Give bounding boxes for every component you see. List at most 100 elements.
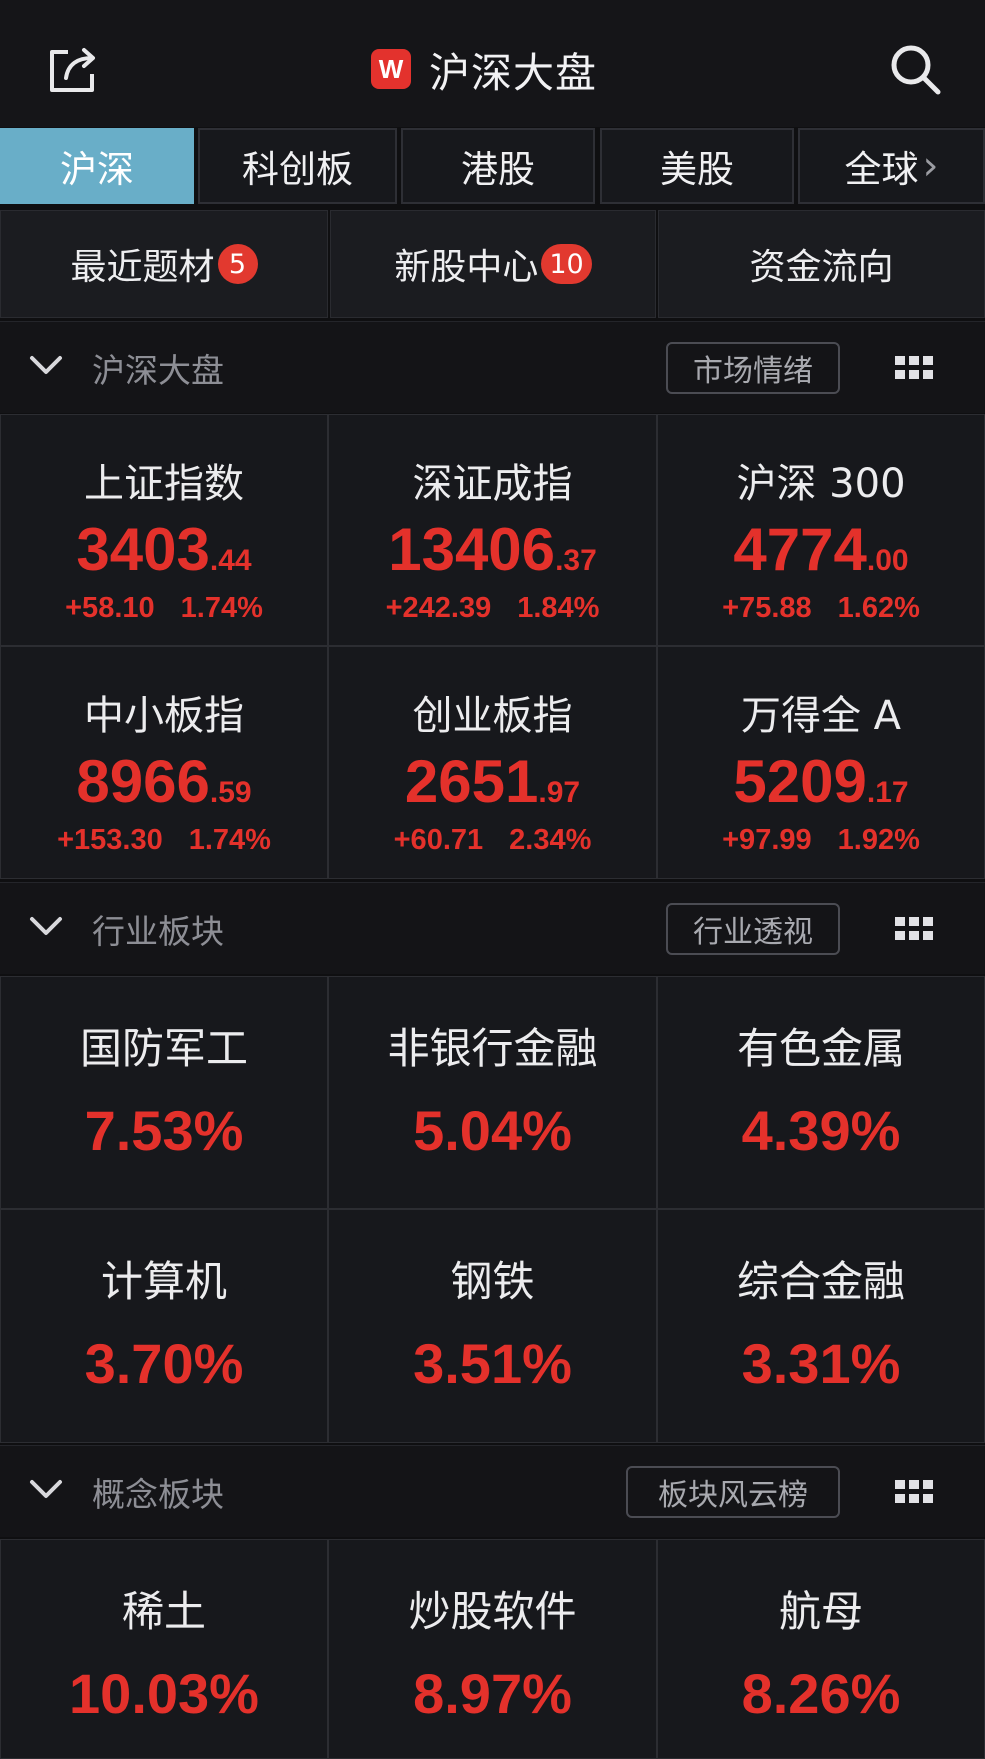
sector-tile[interactable]: 非银行金融 5.04%: [328, 976, 657, 1209]
concept-change-pct: 8.26%: [741, 1662, 901, 1725]
index-change-points: +60.71: [393, 824, 484, 856]
index-tile[interactable]: 中小板指 8966.59 +153.30 1.74%: [0, 646, 328, 879]
sector-change-pct: 3.31%: [741, 1332, 901, 1395]
industry-insight-button[interactable]: 行业透视: [666, 903, 840, 955]
sector-name: 综合金融: [736, 1257, 905, 1306]
index-value: 5209.17: [733, 747, 908, 816]
index-change-pct: 1.74%: [180, 592, 263, 624]
market-sentiment-button[interactable]: 市场情绪: [666, 342, 840, 394]
index-value: 8966.59: [76, 747, 251, 816]
shortcut-row: 最近题材 5 新股中心 10 资金流向: [0, 210, 985, 318]
market-tabs: 沪深 科创板 港股 美股 全球 ›: [0, 128, 985, 204]
tab-label: 港股: [461, 148, 535, 191]
sector-change-pct: 3.51%: [413, 1332, 572, 1395]
index-change-points: +242.39: [385, 592, 492, 624]
index-value-dec: .17: [866, 776, 909, 809]
index-tile[interactable]: 上证指数 3403.44 +58.10 1.74%: [0, 414, 328, 646]
index-change-pct: 1.62%: [837, 592, 920, 624]
chevron-down-icon[interactable]: [28, 1476, 64, 1502]
section-header-market[interactable]: 沪深大盘 市场情绪: [0, 321, 985, 413]
tab-star-market[interactable]: 科创板: [198, 128, 397, 204]
index-change-pct: 1.74%: [188, 824, 271, 856]
tab-label: 全球: [844, 148, 919, 191]
index-change-points: +58.10: [65, 592, 155, 624]
section-header-industry[interactable]: 行业板块 行业透视: [0, 882, 985, 974]
tab-hushen[interactable]: 沪深: [0, 128, 194, 204]
index-tile[interactable]: 深证成指 13406.37 +242.39 1.84%: [328, 414, 657, 646]
index-name: 中小板指: [84, 693, 244, 739]
grid-view-icon[interactable]: [895, 1480, 933, 1504]
index-tile[interactable]: 创业板指 2651.97 +60.71 2.34%: [328, 646, 657, 879]
share-icon[interactable]: [46, 44, 102, 96]
index-change: +60.71 2.34%: [394, 824, 592, 857]
index-value-dec: .97: [538, 776, 581, 809]
index-value-dec: .00: [866, 544, 909, 577]
chevron-right-icon[interactable]: ›: [923, 143, 939, 189]
tab-label: 美股: [660, 148, 734, 191]
index-change: +75.88 1.62%: [722, 592, 920, 625]
chevron-down-icon[interactable]: [28, 913, 64, 939]
index-tile[interactable]: 万得全 A 5209.17 +97.99 1.92%: [657, 646, 985, 879]
index-value: 3403.44: [76, 515, 251, 584]
tab-hk-stocks[interactable]: 港股: [401, 128, 595, 204]
app-logo: W: [371, 49, 411, 89]
sector-name: 国防军工: [79, 1024, 248, 1073]
concept-tile[interactable]: 航母 8.26%: [657, 1539, 985, 1759]
sector-change-pct: 4.39%: [741, 1099, 901, 1162]
grid-view-icon[interactable]: [895, 917, 933, 941]
index-name: 创业板指: [412, 693, 573, 739]
grid-view-icon[interactable]: [895, 356, 933, 380]
tab-global[interactable]: 全球 ›: [798, 128, 985, 204]
index-value-int: 4774: [733, 516, 867, 583]
concept-name: 航母: [778, 1587, 863, 1636]
index-change-points: +97.99: [722, 824, 812, 856]
index-value-int: 8966: [76, 748, 210, 815]
sector-tile[interactable]: 钢铁 3.51%: [328, 1209, 657, 1443]
section-title: 概念板块: [92, 1475, 224, 1514]
index-change: +58.10 1.74%: [65, 592, 263, 625]
index-tile[interactable]: 沪深 300 4774.00 +75.88 1.62%: [657, 414, 985, 646]
new-stock-center-button[interactable]: 新股中心 10: [330, 210, 656, 318]
concept-change-pct: 8.97%: [413, 1662, 572, 1725]
sector-tile[interactable]: 国防军工 7.53%: [0, 976, 328, 1209]
sector-change-pct: 3.70%: [84, 1332, 244, 1395]
index-name: 万得全 A: [740, 693, 902, 739]
index-change-points: +153.30: [57, 824, 163, 856]
sector-name: 钢铁: [450, 1257, 535, 1306]
shortcut-label: 新股中心: [394, 247, 539, 288]
sector-ranking-button[interactable]: 板块风云榜: [626, 1466, 840, 1518]
index-change-pct: 1.92%: [837, 824, 920, 856]
index-value: 13406.37: [388, 515, 597, 584]
concept-change-pct: 10.03%: [69, 1662, 259, 1725]
index-value: 4774.00: [733, 515, 908, 584]
sector-name: 有色金属: [736, 1024, 905, 1073]
sector-change-pct: 5.04%: [413, 1099, 572, 1162]
index-value-int: 5209: [733, 748, 867, 815]
concept-name: 稀土: [121, 1587, 206, 1636]
index-change-pct: 1.84%: [517, 592, 600, 624]
count-badge: 10: [541, 244, 592, 284]
index-value-int: 2651: [404, 748, 539, 815]
page-title-group: W 沪深大盘: [371, 44, 597, 97]
tab-us-stocks[interactable]: 美股: [600, 128, 794, 204]
tab-label: 科创板: [242, 148, 353, 191]
recent-topics-button[interactable]: 最近题材 5: [0, 210, 328, 318]
count-badge: 5: [217, 244, 258, 284]
index-name: 沪深 300: [736, 461, 906, 507]
chevron-down-icon[interactable]: [28, 352, 64, 378]
page-title: 沪深大盘: [429, 49, 597, 97]
search-icon[interactable]: [888, 42, 944, 98]
capital-flow-button[interactable]: 资金流向: [658, 210, 985, 318]
sector-tile[interactable]: 有色金属 4.39%: [657, 976, 985, 1209]
index-change: +242.39 1.84%: [386, 592, 600, 625]
shortcut-label: 最近题材: [70, 247, 215, 288]
concept-tile[interactable]: 炒股软件 8.97%: [328, 1539, 657, 1759]
concept-tile[interactable]: 稀土 10.03%: [0, 1539, 328, 1759]
sector-change-pct: 7.53%: [84, 1099, 244, 1162]
section-header-concept[interactable]: 概念板块 板块风云榜: [0, 1445, 985, 1537]
tab-label: 沪深: [60, 148, 134, 191]
sector-tile[interactable]: 计算机 3.70%: [0, 1209, 328, 1443]
sector-tile[interactable]: 综合金融 3.31%: [657, 1209, 985, 1443]
concept-name: 炒股软件: [408, 1587, 577, 1636]
section-title: 行业板块: [92, 912, 224, 951]
